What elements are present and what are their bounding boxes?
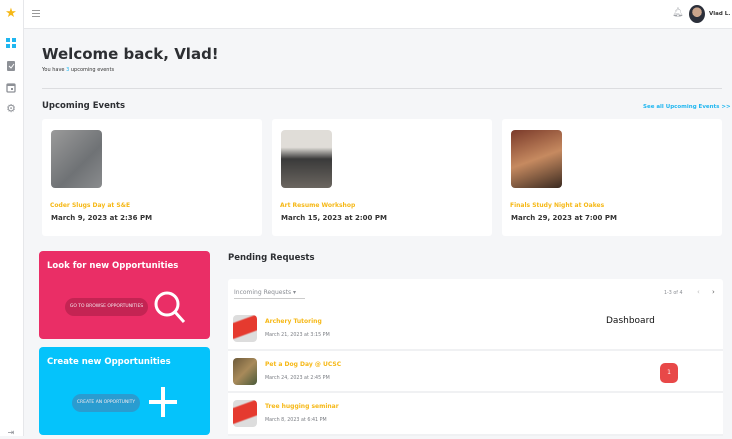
avatar[interactable] xyxy=(689,5,705,23)
request-title[interactable]: Pet a Dog Day @ UCSC xyxy=(265,361,341,368)
event-date: March 29, 2023 at 7:00 PM xyxy=(511,214,617,222)
event-date: March 15, 2023 at 2:00 PM xyxy=(281,214,387,222)
calendar-icon[interactable] xyxy=(5,82,17,94)
event-card[interactable]: Finals Study Night at Oakes March 29, 20… xyxy=(502,119,722,236)
request-title[interactable]: Archery Tutoring xyxy=(265,318,322,325)
welcome-subtitle: You have 3 upcoming events xyxy=(42,67,114,73)
event-image xyxy=(51,130,102,188)
event-card[interactable]: Coder Slugs Day at S&E March 9, 2023 at … xyxy=(42,119,262,236)
user-name[interactable]: Vlad L. xyxy=(709,11,730,17)
filter-dropdown[interactable]: Incoming Requests ▾ xyxy=(234,289,305,299)
clipboard-icon[interactable] xyxy=(5,60,17,72)
sidebar: ★ ⚙ ⇥ xyxy=(0,0,24,439)
search-icon xyxy=(154,291,186,324)
filter-label: Incoming Requests xyxy=(234,289,292,296)
event-card[interactable]: Art Resume Workshop March 15, 2023 at 2:… xyxy=(272,119,492,236)
create-opportunities-card: Create new Opportunities CREATE AN OPPOR… xyxy=(39,347,210,435)
menu-icon[interactable] xyxy=(32,10,40,17)
request-date: March 8, 2023 at 6:41 PM xyxy=(265,418,327,423)
event-image xyxy=(511,130,562,188)
request-image xyxy=(233,315,257,342)
browse-opportunities-card: Look for new Opportunities GO TO BROWSE … xyxy=(39,251,210,339)
browse-button[interactable]: GO TO BROWSE OPPORTUNITIES xyxy=(65,298,148,316)
star-icon[interactable]: ★ xyxy=(5,7,17,20)
pending-title: Pending Requests xyxy=(228,253,315,263)
pagination-text: 1-3 of 4 xyxy=(664,291,683,296)
event-title[interactable]: Art Resume Workshop xyxy=(280,202,355,209)
page-title: Welcome back, Vlad! xyxy=(42,45,219,63)
subtitle-text: You have xyxy=(42,67,67,73)
prev-page-icon[interactable]: ‹ xyxy=(697,288,700,296)
event-title[interactable]: Coder Slugs Day at S&E xyxy=(50,202,130,209)
request-title[interactable]: Tree hugging seminar xyxy=(265,403,339,410)
create-button[interactable]: CREATE AN OPPORTUNITY xyxy=(72,394,140,412)
browse-title: Look for new Opportunities xyxy=(47,261,179,271)
notification-badge[interactable]: 1 xyxy=(660,363,678,383)
divider xyxy=(42,88,722,89)
plus-icon xyxy=(149,387,177,417)
caret-down-icon: ▾ xyxy=(293,289,297,296)
request-date: March 24, 2023 at 2:45 PM xyxy=(265,376,330,381)
event-title[interactable]: Finals Study Night at Oakes xyxy=(510,202,604,209)
pending-requests-panel: Incoming Requests ▾ 1-3 of 4 ‹ › Archery… xyxy=(228,279,723,436)
request-date: March 21, 2023 at 3:15 PM xyxy=(265,333,330,338)
top-bar: 🔔︎ Vlad L. xyxy=(24,0,732,29)
create-title: Create new Opportunities xyxy=(47,357,171,367)
dashboard-icon[interactable] xyxy=(5,38,17,50)
logout-icon[interactable]: ⇥ xyxy=(5,427,17,439)
request-image xyxy=(233,358,257,385)
dashboard-tooltip: Dashboard xyxy=(606,316,655,326)
event-date: March 9, 2023 at 2:36 PM xyxy=(51,214,153,222)
next-page-icon[interactable]: › xyxy=(712,288,715,296)
list-item[interactable]: Tree hugging seminar March 8, 2023 at 6:… xyxy=(228,393,723,436)
request-image xyxy=(233,400,257,427)
gear-icon[interactable]: ⚙ xyxy=(5,103,17,115)
list-item[interactable]: Archery Tutoring March 21, 2023 at 3:15 … xyxy=(228,301,723,351)
bell-icon[interactable]: 🔔︎ xyxy=(672,8,683,18)
list-item[interactable]: Pet a Dog Day @ UCSC March 24, 2023 at 2… xyxy=(228,351,723,393)
event-image xyxy=(281,130,332,188)
subtitle-text: upcoming events xyxy=(69,67,115,73)
see-all-link[interactable]: See all Upcoming Events >> xyxy=(643,104,731,110)
upcoming-title: Upcoming Events xyxy=(42,101,126,111)
